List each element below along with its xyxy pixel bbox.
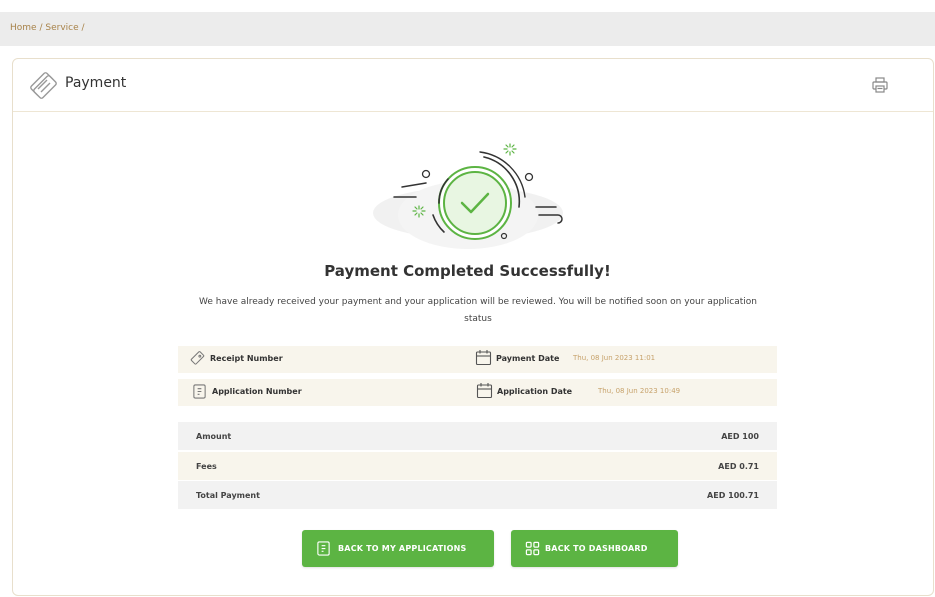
receipt-info-row: Receipt Number Payment Date Thu, 08 Jun … [178,346,777,373]
summary-row-fees: Fees AED 0.71 [178,452,777,480]
total-payment-label: Total Payment [196,491,260,500]
summary-row-amount: Amount AED 100 [178,422,777,450]
fees-label: Fees [196,462,217,471]
receipt-number-label: Receipt Number [210,354,283,363]
page-title: Payment [65,75,127,91]
breadcrumb-separator: / [81,23,85,33]
printer-icon[interactable] [871,76,889,94]
fees-value: AED 0.71 [718,462,759,471]
amount-label: Amount [196,432,232,441]
document-icon [193,384,206,399]
success-title: Payment Completed Successfully! [324,262,611,280]
application-date-label: Application Date [497,387,573,396]
breadcrumb: Home / Service / [10,23,85,33]
application-number-label: Application Number [212,387,302,396]
calendar-icon [475,350,492,366]
payment-summary-table: Amount AED 100 Fees AED 0.71 Total Payme… [178,422,777,510]
dashboard-grid-icon [525,541,540,556]
card-header: Payment [13,59,933,112]
application-date-value: Thu, 08 Jun 2023 10:49 [598,387,681,395]
calendar-icon [476,383,493,399]
breadcrumb-separator: / [39,23,43,33]
payment-date-label: Payment Date [496,354,560,363]
breadcrumb-home-link[interactable]: Home [10,23,37,33]
receipt-tag-icon [190,351,205,365]
document-icon [317,541,330,556]
success-illustration [373,143,563,249]
breadcrumb-bar: Home / Service / [0,12,935,46]
success-message: We have already received your payment an… [199,297,757,324]
summary-row-total: Total Payment AED 100.71 [178,481,777,509]
payment-card-icon [30,72,57,99]
application-info-row: Application Number Application Date Thu,… [178,379,777,406]
amount-value: AED 100 [721,432,759,441]
back-to-dashboard-button[interactable]: BACK TO DASHBOARD [511,530,678,567]
back-to-dashboard-label: BACK TO DASHBOARD [545,544,648,553]
breadcrumb-service-link[interactable]: Service [45,23,78,33]
total-payment-value: AED 100.71 [707,491,759,500]
back-to-applications-label: BACK TO MY APPLICATIONS [338,544,467,553]
payment-date-value: Thu, 08 Jun 2023 11:01 [573,354,656,362]
back-to-applications-button[interactable]: BACK TO MY APPLICATIONS [302,530,494,567]
